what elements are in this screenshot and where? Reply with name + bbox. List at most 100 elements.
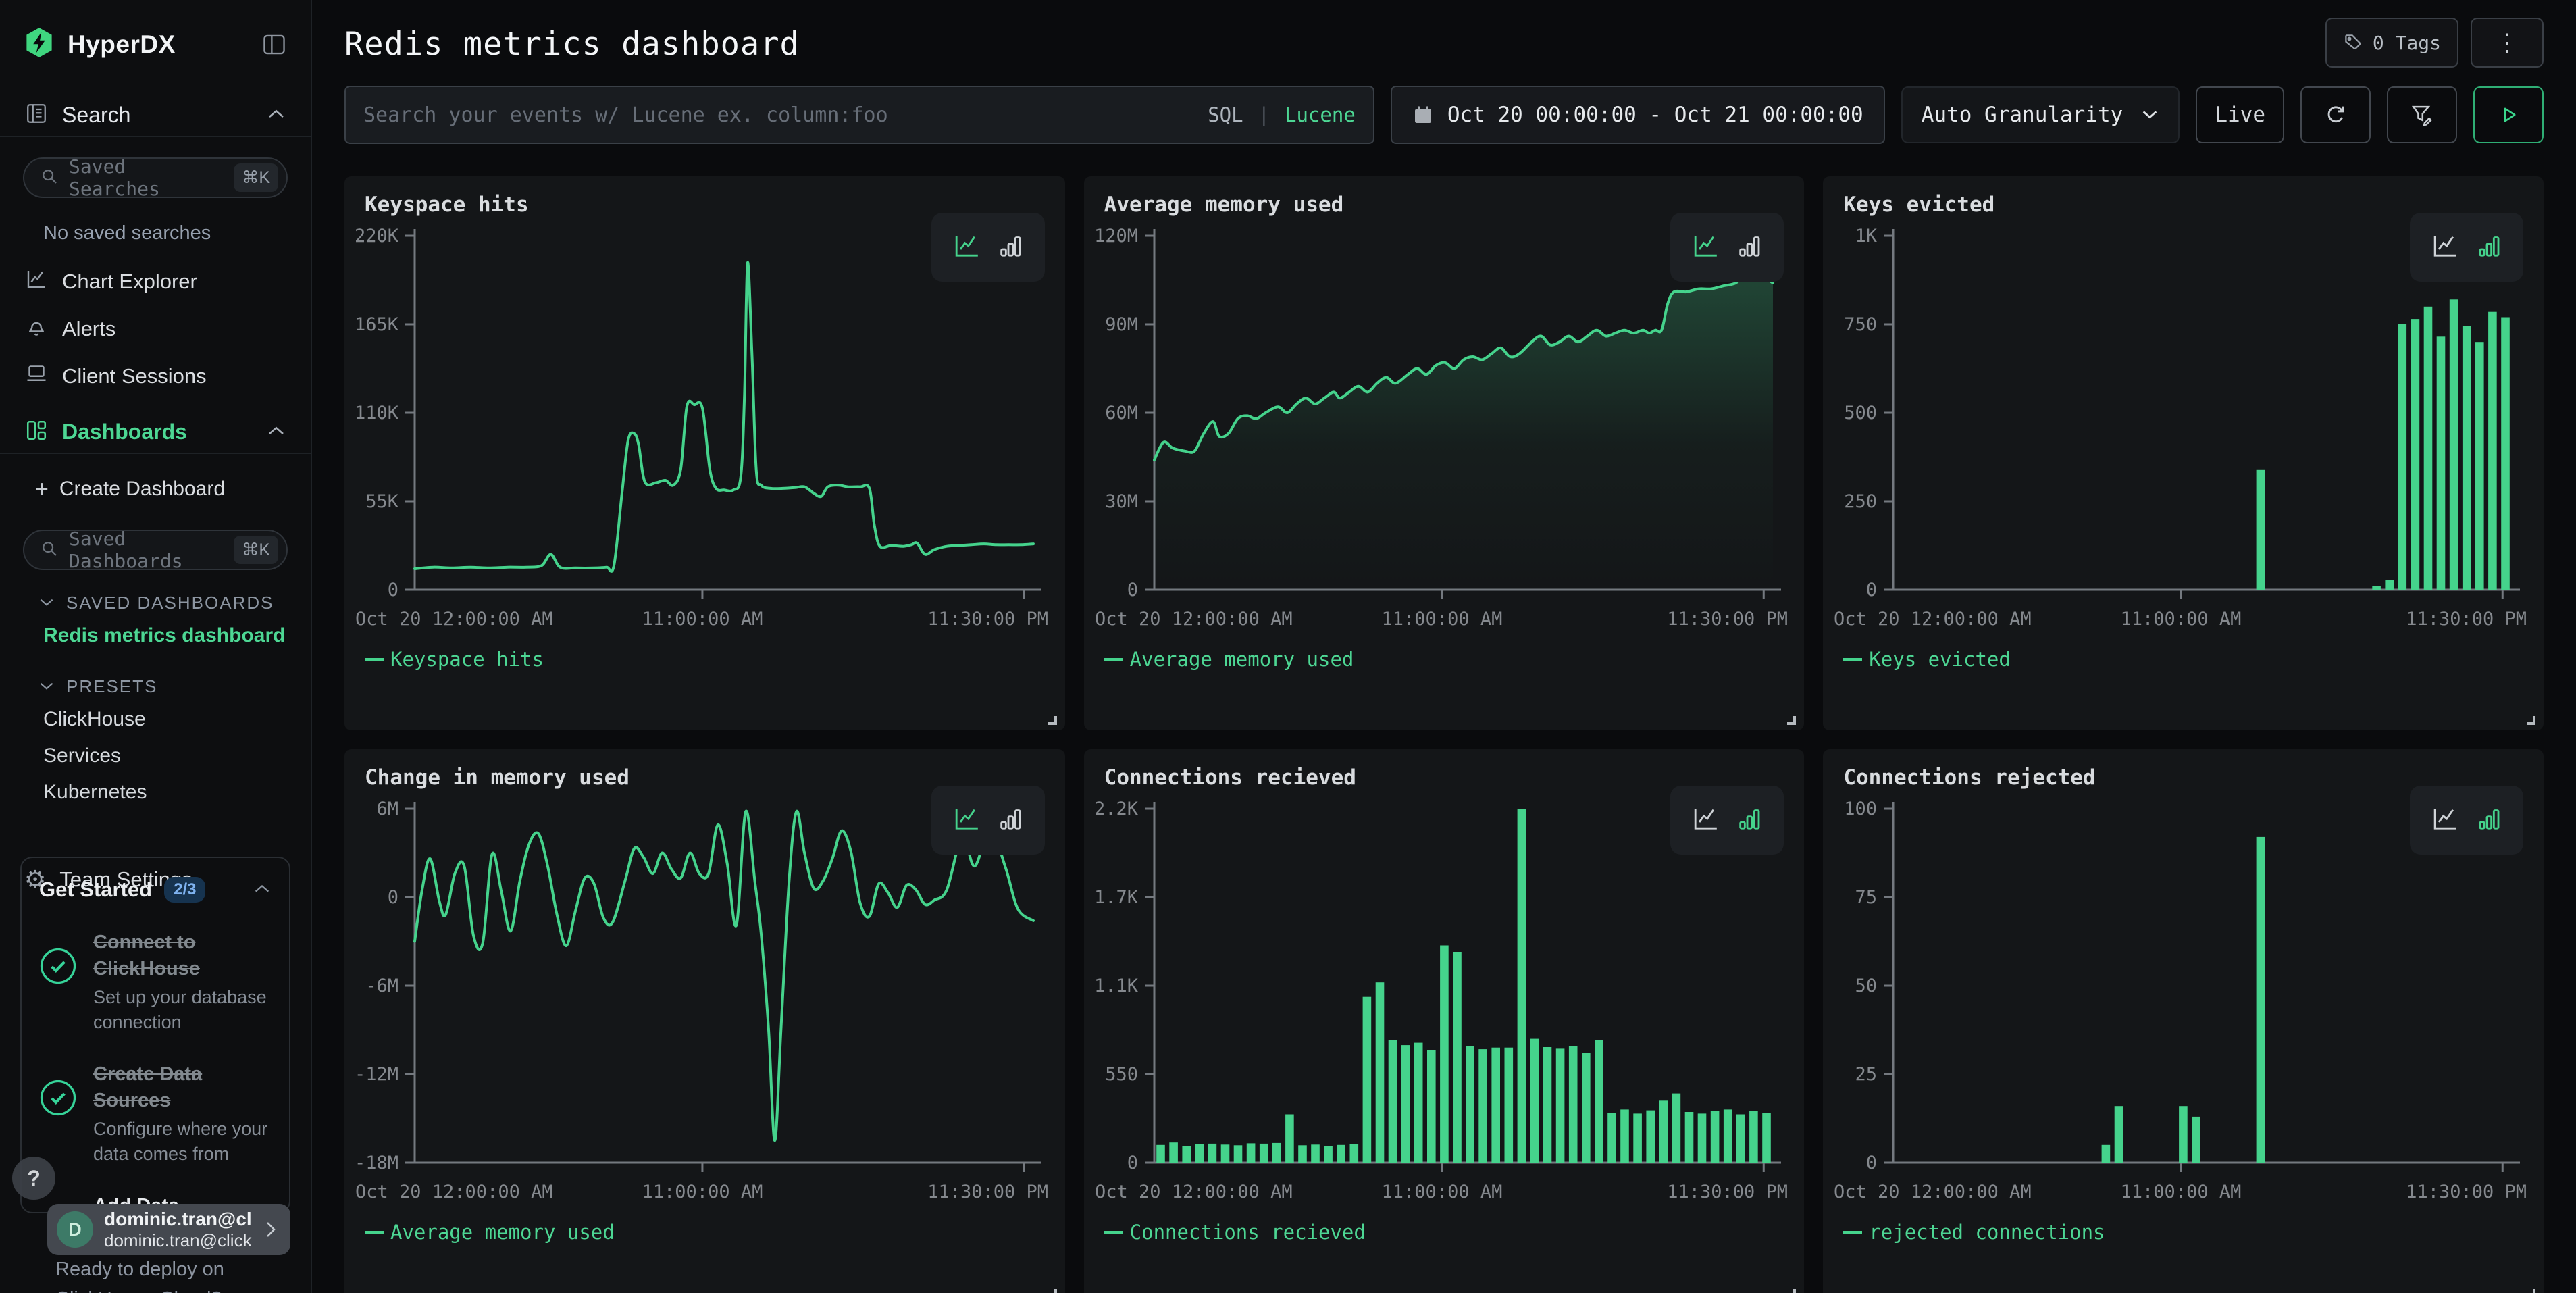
chart-legend[interactable]: Average memory used xyxy=(365,1221,615,1244)
line-chart-icon[interactable] xyxy=(2431,805,2461,836)
chevron-up-icon[interactable] xyxy=(266,424,286,440)
sidebar-item-alerts[interactable]: Alerts xyxy=(0,307,311,351)
kebab-icon: ⋮ xyxy=(2488,28,2526,57)
bar-chart-icon[interactable] xyxy=(997,232,1024,263)
chart-legend[interactable]: rejected connections xyxy=(1843,1221,2105,1244)
svg-text:550: 550 xyxy=(1105,1064,1138,1085)
legend-label: Average memory used xyxy=(390,1221,615,1244)
chart-panel-connections-rejected: Connections rejected1007550250Oct 20 12:… xyxy=(1823,749,2544,1293)
help-button[interactable]: ? xyxy=(12,1157,55,1200)
toolbar: Search your events w/ Lucene ex. column:… xyxy=(344,86,2544,144)
sidebar-item-client-sessions[interactable]: Client Sessions xyxy=(0,354,311,399)
tags-button-label: 0 Tags xyxy=(2373,32,2441,54)
live-button[interactable]: Live xyxy=(2196,86,2284,143)
svg-text:11:30:00 PM: 11:30:00 PM xyxy=(927,609,1048,630)
sql-toggle[interactable]: SQL xyxy=(1208,103,1243,126)
create-dashboard-button[interactable]: + Create Dashboard xyxy=(0,469,311,509)
sidebar-section-dashboards[interactable]: Dashboards xyxy=(0,411,311,454)
legend-label: rejected connections xyxy=(1869,1221,2105,1244)
granularity-value: Auto Granularity xyxy=(1922,103,2123,127)
line-chart-icon[interactable] xyxy=(952,805,982,836)
language-divider: | xyxy=(1258,103,1270,126)
event-search-input[interactable]: Search your events w/ Lucene ex. column:… xyxy=(344,86,1374,144)
get-started-item-0[interactable]: Connect to ClickHouseSet up your databas… xyxy=(39,930,272,1034)
run-query-button[interactable] xyxy=(2473,86,2544,143)
chevron-up-icon[interactable] xyxy=(266,107,286,124)
more-options-button[interactable]: ⋮ xyxy=(2471,18,2544,68)
get-started-card: Get Started 2/3 Connect to ClickHouseSet… xyxy=(20,857,290,1213)
date-range-picker[interactable]: Oct 20 00:00:00 - Oct 21 00:00:00 xyxy=(1391,86,1885,144)
sidebar-item-redis-dashboard[interactable]: Redis metrics dashboard xyxy=(0,617,311,654)
saved-dashboards-header[interactable]: SAVED DASHBOARDS xyxy=(0,588,311,617)
saved-dashboards-placeholder: Saved Dashboards xyxy=(69,528,224,572)
sidebar: HyperDX Search Saved Searches ⌘K No save… xyxy=(0,0,312,1293)
panel-resize-handle[interactable] xyxy=(1787,1289,1796,1293)
panel-resize-handle[interactable] xyxy=(1048,716,1057,725)
legend-dash xyxy=(1104,658,1123,661)
chart-type-toggle[interactable] xyxy=(1670,213,1784,282)
svg-text:75: 75 xyxy=(1855,887,1878,908)
chart-legend[interactable]: Keyspace hits xyxy=(365,648,544,671)
sidebar-item-preset-services[interactable]: Services xyxy=(0,738,311,774)
chart-type-toggle[interactable] xyxy=(931,786,1045,855)
svg-text:500: 500 xyxy=(1845,403,1878,424)
filter-button[interactable] xyxy=(2387,86,2457,143)
svg-text:Oct 20 12:00:00 AM: Oct 20 12:00:00 AM xyxy=(1095,609,1293,630)
bar-chart-icon[interactable] xyxy=(1736,232,1763,263)
refresh-button[interactable] xyxy=(2300,86,2371,143)
bar-chart-icon[interactable] xyxy=(2475,232,2502,263)
tags-button[interactable]: 0 Tags xyxy=(2325,18,2458,68)
line-chart-icon[interactable] xyxy=(952,232,982,263)
bar-chart-icon[interactable] xyxy=(1736,805,1763,836)
svg-text:11:00:00 AM: 11:00:00 AM xyxy=(2121,1182,2242,1202)
bar-chart-icon[interactable] xyxy=(997,805,1024,836)
granularity-select[interactable]: Auto Granularity xyxy=(1901,86,2180,143)
chart-title: Average memory used xyxy=(1104,193,1344,217)
lucene-toggle[interactable]: Lucene xyxy=(1285,103,1356,126)
legend-label: Connections recieved xyxy=(1130,1221,1366,1244)
line-chart-icon[interactable] xyxy=(1691,232,1721,263)
sidebar-section-search[interactable]: Search xyxy=(0,94,311,137)
svg-text:0: 0 xyxy=(1866,1152,1877,1173)
get-started-item-1[interactable]: Create Data SourcesConfigure where your … xyxy=(39,1061,272,1166)
saved-searches-input[interactable]: Saved Searches ⌘K xyxy=(23,157,288,198)
svg-text:11:30:00 PM: 11:30:00 PM xyxy=(2406,1182,2527,1202)
tag-icon xyxy=(2343,32,2363,53)
svg-text:120M: 120M xyxy=(1094,226,1138,247)
svg-text:110K: 110K xyxy=(355,403,399,424)
sidebar-item-preset-kubernetes[interactable]: Kubernetes xyxy=(0,774,311,811)
sidebar-nav: Chart ExplorerAlertsClient Sessions xyxy=(0,259,311,399)
sidebar-item-preset-clickhouse[interactable]: ClickHouse xyxy=(0,701,311,738)
sidebar-item-chart-explorer[interactable]: Chart Explorer xyxy=(0,259,311,304)
presets-header-label: PRESETS xyxy=(66,676,157,697)
svg-text:750: 750 xyxy=(1845,314,1878,335)
svg-text:11:00:00 AM: 11:00:00 AM xyxy=(642,609,763,630)
svg-text:Oct 20 12:00:00 AM: Oct 20 12:00:00 AM xyxy=(1834,609,2032,630)
panel-resize-handle[interactable] xyxy=(2527,1289,2535,1293)
chart-type-toggle[interactable] xyxy=(2410,213,2523,282)
legend-label: Average memory used xyxy=(1130,648,1354,671)
chart-type-toggle[interactable] xyxy=(2410,786,2523,855)
bar-chart-icon[interactable] xyxy=(2475,805,2502,836)
get-started-item-text: Connect to ClickHouseSet up your databas… xyxy=(93,930,272,1034)
chart-legend[interactable]: Average memory used xyxy=(1104,648,1354,671)
legend-label: Keyspace hits xyxy=(390,648,544,671)
brand-name: HyperDX xyxy=(68,30,249,59)
panel-resize-handle[interactable] xyxy=(1048,1289,1057,1293)
chart-legend[interactable]: Connections recieved xyxy=(1104,1221,1366,1244)
line-chart-icon[interactable] xyxy=(2431,232,2461,263)
sidebar-collapse-icon[interactable] xyxy=(262,34,286,55)
chevron-up-icon[interactable] xyxy=(253,882,272,898)
user-menu[interactable]: D dominic.tran@clic... dominic.tran@clic… xyxy=(47,1204,290,1255)
svg-text:Oct 20 12:00:00 AM: Oct 20 12:00:00 AM xyxy=(355,1182,553,1202)
panel-resize-handle[interactable] xyxy=(1787,716,1796,725)
line-chart-icon[interactable] xyxy=(1691,805,1721,836)
brand-row: HyperDX xyxy=(0,0,311,61)
chart-type-toggle[interactable] xyxy=(1670,786,1784,855)
svg-text:11:30:00 PM: 11:30:00 PM xyxy=(1667,1182,1788,1202)
chart-type-toggle[interactable] xyxy=(931,213,1045,282)
chart-legend[interactable]: Keys evicted xyxy=(1843,648,2011,671)
saved-dashboards-input[interactable]: Saved Dashboards ⌘K xyxy=(23,530,288,570)
presets-header[interactable]: PRESETS xyxy=(0,671,311,701)
panel-resize-handle[interactable] xyxy=(2527,716,2535,725)
